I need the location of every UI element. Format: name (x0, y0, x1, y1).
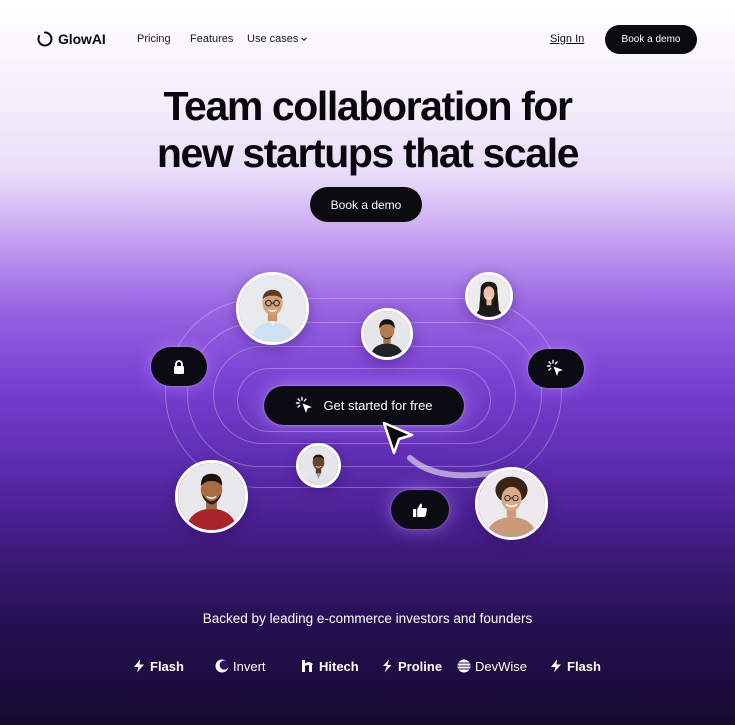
lock-icon (174, 359, 184, 374)
logo-label: Flash (567, 658, 601, 674)
logo-proline: Proline (380, 654, 442, 678)
backed-by-text: Backed by leading e-commerce investors a… (202, 611, 533, 626)
crescent-icon (215, 659, 229, 673)
logo-label: Flash (150, 658, 184, 674)
logo-flash: Flash (549, 654, 601, 678)
person-portrait (178, 463, 245, 530)
bolt-icon (551, 659, 561, 673)
get-started-button[interactable]: Get started for free (264, 386, 464, 425)
person-portrait (468, 275, 510, 317)
person-portrait (239, 275, 306, 342)
avatar (175, 460, 248, 533)
avatar (296, 443, 341, 488)
pointer-arrow-icon (382, 421, 414, 455)
logo-label: Proline (398, 658, 443, 674)
get-started-label: Get started for free (323, 398, 433, 413)
person-portrait (364, 311, 410, 357)
investor-logos: Flash Invert Hitech Proline DevWise Flas… (0, 654, 735, 678)
thumbs-up-icon (413, 503, 427, 517)
globe-lines-icon (457, 659, 471, 673)
logo-label: Invert (233, 658, 266, 674)
avatar (361, 308, 413, 360)
logo-label: Hitech (319, 658, 359, 674)
logo-invert: Invert (215, 654, 266, 678)
person-portrait (478, 470, 545, 537)
avatar (236, 272, 309, 345)
thumbs-up-pill (391, 490, 449, 529)
bolt-icon (134, 659, 144, 673)
logo-flash: Flash (132, 654, 184, 678)
h-mark-icon (302, 660, 313, 672)
cursor-pill (528, 349, 584, 388)
avatar (465, 272, 513, 320)
lock-pill (151, 347, 207, 386)
avatar (475, 467, 548, 540)
logo-label: DevWise (475, 658, 528, 674)
logo-hitech: Hitech (301, 654, 359, 678)
cursor-click-icon (546, 359, 563, 376)
logo-devwise: DevWise (457, 654, 527, 678)
person-portrait (299, 446, 338, 485)
bolt-icon (383, 659, 392, 673)
cursor-click-icon (296, 396, 313, 413)
